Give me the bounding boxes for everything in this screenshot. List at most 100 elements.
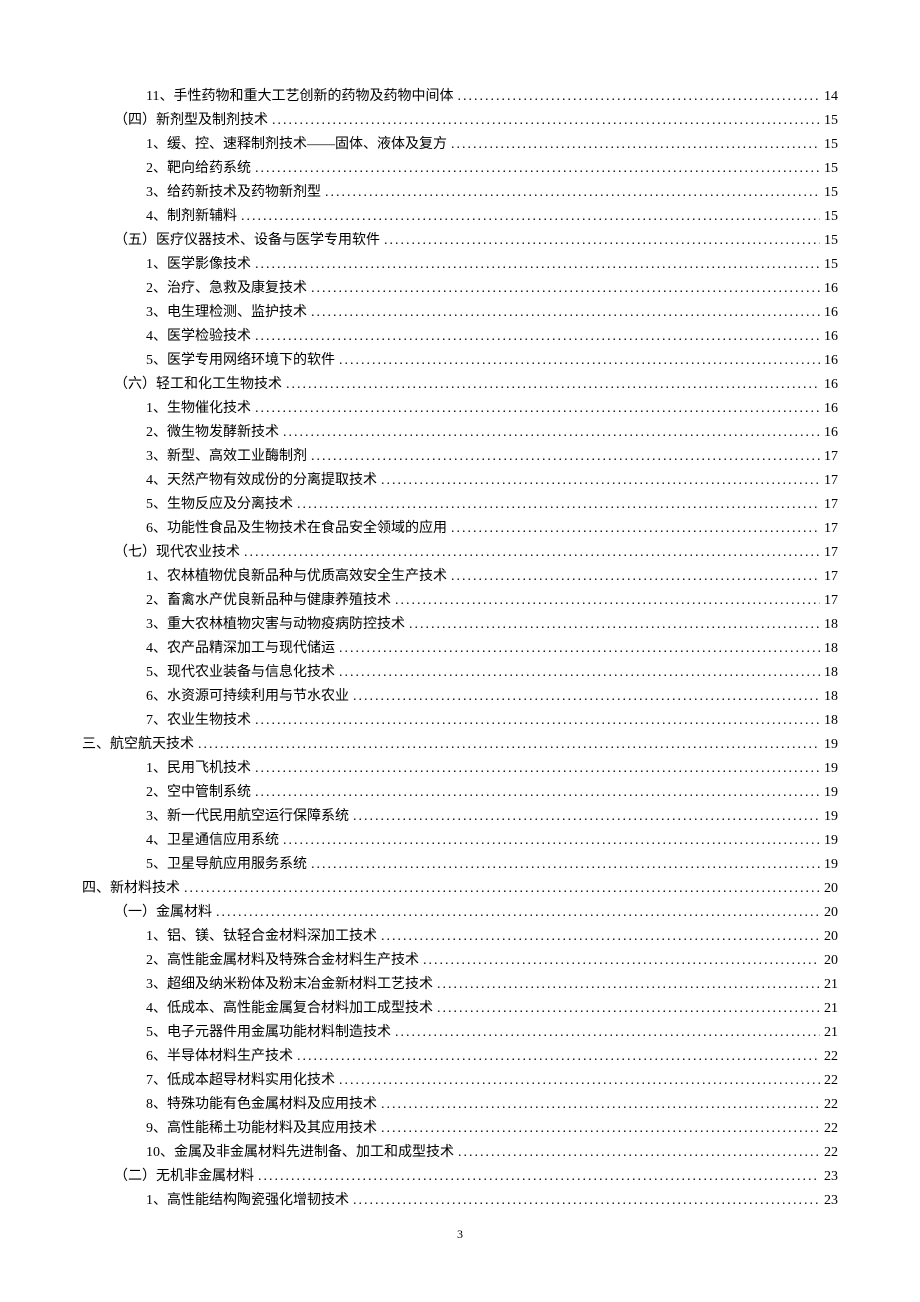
toc-page-number: 22 — [824, 1093, 838, 1117]
toc-leader-dots — [451, 517, 820, 541]
toc-page-number: 15 — [824, 133, 838, 157]
toc-page-number: 17 — [824, 517, 838, 541]
toc-entry[interactable]: 3、新一代民用航空运行保障系统19 — [146, 805, 838, 829]
toc-page-number: 20 — [824, 925, 838, 949]
toc-entry[interactable]: （五）医疗仪器技术、设备与医学专用软件15 — [114, 229, 838, 253]
toc-title: 5、电子元器件用金属功能材料制造技术 — [146, 1021, 391, 1045]
toc-entry[interactable]: 2、治疗、急救及康复技术16 — [146, 277, 838, 301]
toc-entry[interactable]: 1、医学影像技术15 — [146, 253, 838, 277]
toc-page-number: 21 — [824, 973, 838, 997]
toc-page-number: 18 — [824, 685, 838, 709]
toc-entry[interactable]: 3、新型、高效工业酶制剂17 — [146, 445, 838, 469]
toc-entry[interactable]: 三、航空航天技术19 — [82, 733, 838, 757]
toc-entry[interactable]: 9、高性能稀土功能材料及其应用技术22 — [146, 1117, 838, 1141]
toc-entry[interactable]: 5、卫星导航应用服务系统19 — [146, 853, 838, 877]
toc-entry[interactable]: 6、半导体材料生产技术22 — [146, 1045, 838, 1069]
toc-page-number: 16 — [824, 349, 838, 373]
toc-entry[interactable]: 2、空中管制系统19 — [146, 781, 838, 805]
toc-entry[interactable]: 4、医学检验技术16 — [146, 325, 838, 349]
toc-entry[interactable]: 4、低成本、高性能金属复合材料加工成型技术21 — [146, 997, 838, 1021]
toc-leader-dots — [381, 925, 820, 949]
toc-title: 4、低成本、高性能金属复合材料加工成型技术 — [146, 997, 433, 1021]
toc-title: 5、现代农业装备与信息化技术 — [146, 661, 335, 685]
toc-entry[interactable]: 3、电生理检测、监护技术16 — [146, 301, 838, 325]
toc-title: 2、空中管制系统 — [146, 781, 251, 805]
toc-leader-dots — [409, 613, 820, 637]
toc-page-number: 22 — [824, 1117, 838, 1141]
toc-entry[interactable]: 7、农业生物技术18 — [146, 709, 838, 733]
toc-page-number: 19 — [824, 805, 838, 829]
toc-leader-dots — [255, 397, 820, 421]
toc-entry[interactable]: 5、生物反应及分离技术17 — [146, 493, 838, 517]
toc-entry[interactable]: 4、农产品精深加工与现代储运18 — [146, 637, 838, 661]
toc-leader-dots — [297, 493, 820, 517]
toc-entry[interactable]: 5、现代农业装备与信息化技术18 — [146, 661, 838, 685]
toc-entry[interactable]: 4、卫星通信应用系统19 — [146, 829, 838, 853]
toc-leader-dots — [311, 277, 820, 301]
toc-leader-dots — [216, 901, 820, 925]
toc-leader-dots — [255, 253, 820, 277]
toc-leader-dots — [255, 757, 820, 781]
toc-entry[interactable]: 2、微生物发酵新技术16 — [146, 421, 838, 445]
toc-entry[interactable]: 6、水资源可持续利用与节水农业18 — [146, 685, 838, 709]
toc-title: 1、缓、控、速释制剂技术——固体、液体及复方 — [146, 133, 447, 157]
toc-entry[interactable]: 5、电子元器件用金属功能材料制造技术21 — [146, 1021, 838, 1045]
toc-leader-dots — [381, 469, 820, 493]
toc-page-number: 14 — [824, 85, 838, 109]
toc-entry[interactable]: 1、铝、镁、钛轻合金材料深加工技术20 — [146, 925, 838, 949]
toc-leader-dots — [353, 685, 820, 709]
toc-leader-dots — [311, 301, 820, 325]
toc-entry[interactable]: 1、农林植物优良新品种与优质高效安全生产技术17 — [146, 565, 838, 589]
toc-leader-dots — [244, 541, 820, 565]
toc-container: 11、手性药物和重大工艺创新的药物及药物中间体14（四）新剂型及制剂技术151、… — [82, 85, 838, 1213]
toc-entry[interactable]: 2、靶向给药系统15 — [146, 157, 838, 181]
toc-entry[interactable]: 四、新材料技术20 — [82, 877, 838, 901]
toc-entry[interactable]: 1、民用飞机技术19 — [146, 757, 838, 781]
toc-title: 1、生物催化技术 — [146, 397, 251, 421]
toc-entry[interactable]: 6、功能性食品及生物技术在食品安全领域的应用 17 — [146, 517, 838, 541]
toc-page-number: 17 — [824, 493, 838, 517]
toc-entry[interactable]: 3、给药新技术及药物新剂型15 — [146, 181, 838, 205]
toc-entry[interactable]: 10、金属及非金属材料先进制备、加工和成型技术22 — [146, 1141, 838, 1165]
toc-entry[interactable]: 1、生物催化技术16 — [146, 397, 838, 421]
toc-entry[interactable]: 3、超细及纳米粉体及粉末冶金新材料工艺技术21 — [146, 973, 838, 997]
toc-entry[interactable]: （二）无机非金属材料23 — [114, 1165, 838, 1189]
toc-title: 4、天然产物有效成份的分离提取技术 — [146, 469, 377, 493]
toc-entry[interactable]: 2、高性能金属材料及特殊合金材料生产技术20 — [146, 949, 838, 973]
toc-entry[interactable]: （四）新剂型及制剂技术15 — [114, 109, 838, 133]
toc-page-number: 16 — [824, 421, 838, 445]
toc-title: 6、功能性食品及生物技术在食品安全领域的应用 — [146, 517, 447, 541]
toc-page-number: 15 — [824, 109, 838, 133]
toc-entry[interactable]: （七）现代农业技术17 — [114, 541, 838, 565]
toc-leader-dots — [255, 709, 820, 733]
toc-leader-dots — [384, 229, 820, 253]
toc-entry[interactable]: 4、制剂新辅料15 — [146, 205, 838, 229]
toc-page-number: 17 — [824, 541, 838, 565]
page-number: 3 — [457, 1227, 463, 1242]
toc-entry[interactable]: 5、医学专用网络环境下的软件16 — [146, 349, 838, 373]
toc-title: 1、农林植物优良新品种与优质高效安全生产技术 — [146, 565, 447, 589]
toc-leader-dots — [198, 733, 820, 757]
toc-entry[interactable]: 11、手性药物和重大工艺创新的药物及药物中间体14 — [146, 85, 838, 109]
toc-title: 4、卫星通信应用系统 — [146, 829, 279, 853]
toc-title: 7、低成本超导材料实用化技术 — [146, 1069, 335, 1093]
toc-title: 2、畜禽水产优良新品种与健康养殖技术 — [146, 589, 391, 613]
toc-leader-dots — [451, 133, 820, 157]
toc-entry[interactable]: 3、重大农林植物灾害与动物疫病防控技术18 — [146, 613, 838, 637]
toc-leader-dots — [458, 1141, 820, 1165]
toc-title: 4、医学检验技术 — [146, 325, 251, 349]
toc-entry[interactable]: 7、低成本超导材料实用化技术22 — [146, 1069, 838, 1093]
toc-page-number: 18 — [824, 637, 838, 661]
toc-title: （六）轻工和化工生物技术 — [114, 373, 282, 397]
toc-page-number: 23 — [824, 1189, 838, 1213]
toc-entry[interactable]: 1、高性能结构陶瓷强化增韧技术23 — [146, 1189, 838, 1213]
toc-entry[interactable]: 2、畜禽水产优良新品种与健康养殖技术17 — [146, 589, 838, 613]
toc-page-number: 17 — [824, 445, 838, 469]
toc-entry[interactable]: 4、天然产物有效成份的分离提取技术17 — [146, 469, 838, 493]
toc-entry[interactable]: （一）金属材料20 — [114, 901, 838, 925]
toc-entry[interactable]: 8、特殊功能有色金属材料及应用技术22 — [146, 1093, 838, 1117]
toc-entry[interactable]: 1、缓、控、速释制剂技术——固体、液体及复方 15 — [146, 133, 838, 157]
toc-title: 四、新材料技术 — [82, 877, 180, 901]
toc-entry[interactable]: （六）轻工和化工生物技术16 — [114, 373, 838, 397]
toc-title: （二）无机非金属材料 — [114, 1165, 254, 1189]
